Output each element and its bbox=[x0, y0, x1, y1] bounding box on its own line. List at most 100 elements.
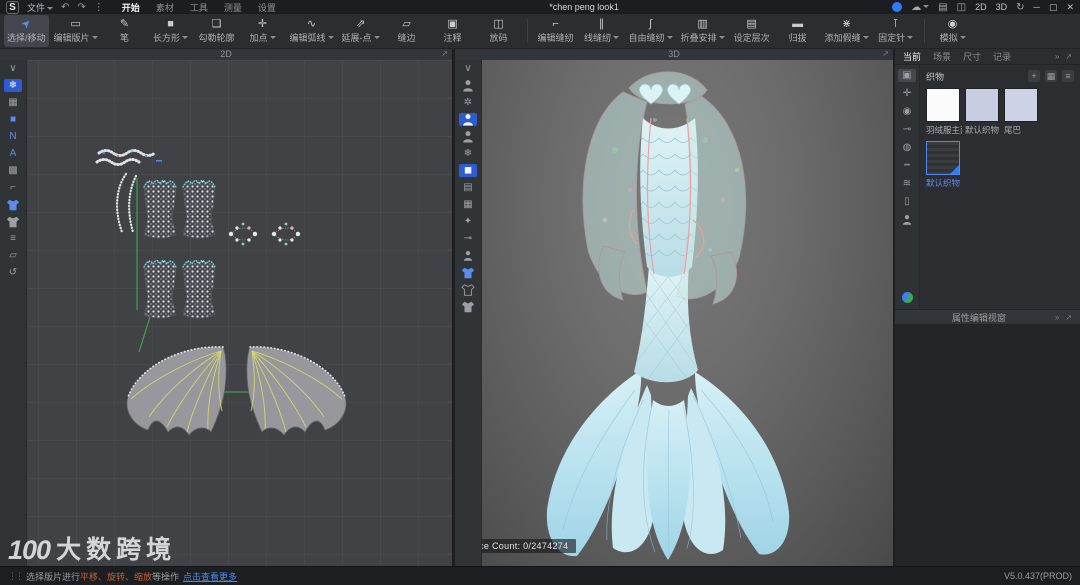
shrink-tool[interactable]: ▬归拔 bbox=[776, 15, 820, 47]
expand-icon[interactable]: ↗ bbox=[882, 48, 889, 60]
annotation-tool[interactable]: ▣注释 bbox=[431, 15, 475, 47]
redo-button[interactable]: ↷ bbox=[77, 2, 85, 13]
pin-tool[interactable]: ⊺固定针 bbox=[874, 15, 918, 47]
light-icon[interactable]: ✦ bbox=[459, 215, 477, 228]
layout-split-icon[interactable]: ◫ bbox=[957, 2, 966, 13]
panel-3d-header[interactable]: 3D↗ bbox=[455, 48, 893, 60]
globe-icon[interactable] bbox=[902, 292, 913, 303]
fit-icon[interactable] bbox=[459, 249, 477, 262]
tab-size[interactable]: 尺寸 bbox=[963, 50, 981, 63]
set-layer-tool[interactable]: ▤设定层次 bbox=[730, 15, 774, 47]
close-button[interactable]: ✕ bbox=[1066, 2, 1074, 13]
maximize-button[interactable]: ▢ bbox=[1049, 2, 1058, 13]
snap-snowflake-icon[interactable]: ❄ bbox=[4, 79, 22, 92]
line-sewing-tool[interactable]: ∥线缝纫 bbox=[580, 15, 624, 47]
tab-settings[interactable]: 设置 bbox=[258, 1, 276, 14]
undo-button[interactable]: ↶ bbox=[61, 2, 69, 13]
solid-square-icon[interactable]: ■ bbox=[4, 113, 22, 126]
tab-current[interactable]: 当前 bbox=[903, 50, 921, 63]
collapse-chevron-icon[interactable]: ∨ bbox=[4, 62, 22, 75]
user-avatar[interactable] bbox=[892, 2, 902, 12]
select-move-tool[interactable]: ➤选择/移动 bbox=[4, 15, 49, 47]
buttonhole-icon[interactable]: ▯ bbox=[898, 195, 916, 208]
view-3d-button[interactable]: 3D bbox=[996, 2, 1008, 12]
free-sewing-tool[interactable]: ∫自由缝纫 bbox=[626, 15, 676, 47]
layout-single-icon[interactable]: ▤ bbox=[938, 2, 947, 13]
garment-outline-icon[interactable] bbox=[459, 283, 477, 296]
garment-alt-icon[interactable] bbox=[459, 300, 477, 313]
seam-allowance-tool[interactable]: ▱缝边 bbox=[385, 15, 429, 47]
tab-record[interactable]: 记录 bbox=[993, 50, 1011, 63]
trace-outline-tool[interactable]: ❏勾勒轮廓 bbox=[195, 15, 239, 47]
history-icon[interactable]: ↺ bbox=[4, 266, 22, 279]
notch-n-icon[interactable]: N bbox=[4, 130, 22, 143]
grid-icon[interactable]: ▦ bbox=[459, 198, 477, 211]
tab-measure[interactable]: 测量 bbox=[224, 1, 242, 14]
expand-icon[interactable]: ↗ bbox=[441, 48, 448, 60]
fabric-icon[interactable]: ▣ bbox=[898, 69, 916, 82]
more-menu-icon[interactable]: ⋮ bbox=[94, 2, 104, 13]
pin-icon[interactable]: ⊸ bbox=[898, 123, 916, 136]
trim-icon[interactable]: ✛ bbox=[898, 87, 916, 100]
avatar-active-icon[interactable] bbox=[459, 113, 477, 126]
add-baste-tool[interactable]: ⋇添加假缝 bbox=[822, 15, 872, 47]
list-view-button[interactable]: ≡ bbox=[1062, 70, 1074, 82]
app-logo[interactable]: S bbox=[6, 1, 19, 14]
simulate-tool[interactable]: ◉模拟 bbox=[931, 15, 975, 47]
texture-square-icon[interactable]: ▩ bbox=[4, 164, 22, 177]
expand-icon[interactable]: ↗ bbox=[1065, 313, 1072, 322]
pen-tool[interactable]: ✎笔 bbox=[103, 15, 147, 47]
avatar-show-icon[interactable] bbox=[459, 79, 477, 92]
edit-sewing-tool[interactable]: ⌐编辑缝纫 bbox=[534, 15, 578, 47]
garment-on-icon[interactable] bbox=[4, 198, 22, 211]
tab-material[interactable]: 素材 bbox=[156, 1, 174, 14]
collapse-chevron-icon[interactable]: ∨ bbox=[459, 62, 477, 75]
expand-icon[interactable]: ↗ bbox=[1065, 52, 1072, 61]
pattern-canvas-2d[interactable]: ∨ ❄ ▦ ■ N A ▩ ⌐ ≡ ▱ ↺ bbox=[0, 60, 452, 567]
fabric-swatch[interactable]: 默认织物 bbox=[965, 88, 999, 136]
extend-point-tool[interactable]: ⇗延展-点 bbox=[339, 15, 383, 47]
tab-start[interactable]: 开始 bbox=[122, 1, 140, 14]
collapse-icon[interactable]: » bbox=[1055, 313, 1059, 322]
square-icon[interactable]: ▤ bbox=[459, 181, 477, 194]
grid-icon[interactable]: ▦ bbox=[4, 96, 22, 109]
cloud-icon[interactable]: ☁ bbox=[911, 2, 929, 13]
add-point-tool[interactable]: ✛加点 bbox=[241, 15, 285, 47]
garment-off-icon[interactable] bbox=[4, 215, 22, 228]
fabric-swatch[interactable]: 羽绒服主面 bbox=[926, 88, 960, 136]
fabric-swatch-selected[interactable]: 默认织物 bbox=[926, 141, 960, 189]
light-icon[interactable]: ◍ bbox=[898, 141, 916, 154]
add-fabric-button[interactable]: + bbox=[1028, 70, 1040, 82]
annotation-a-icon[interactable]: A bbox=[4, 147, 22, 160]
view-2d-button[interactable]: 2D bbox=[975, 2, 987, 12]
tab-scene[interactable]: 场景 bbox=[933, 50, 951, 63]
grid-view-button[interactable]: ▦ bbox=[1045, 70, 1057, 82]
shirring-icon[interactable]: ≋ bbox=[898, 177, 916, 190]
topstitch-icon[interactable]: ┅ bbox=[898, 159, 916, 172]
see-more-link[interactable]: 点击查看更多 bbox=[183, 570, 237, 583]
fabric-swatch[interactable]: 尾巴 bbox=[1004, 88, 1038, 136]
minimize-button[interactable]: ─ bbox=[1034, 2, 1040, 12]
tab-tools[interactable]: 工具 bbox=[190, 1, 208, 14]
sync-icon[interactable]: ↻ bbox=[1016, 2, 1024, 13]
snowflake-icon[interactable]: ❄ bbox=[459, 147, 477, 160]
pose-icon[interactable]: ✲ bbox=[459, 96, 477, 109]
file-menu[interactable]: 文件 bbox=[27, 1, 53, 14]
button-icon[interactable]: ◉ bbox=[898, 105, 916, 118]
property-editor-bar[interactable]: 属性编辑视窗 » ↗ bbox=[895, 309, 1080, 325]
panel-2d-header[interactable]: 2D↗ bbox=[0, 48, 452, 60]
garment-viewport-3d[interactable]: ∨ ✲ ❄ ◼ ▤ ▦ ✦ ⊸ Face Count: 0/247427 bbox=[455, 60, 893, 567]
garment-icon[interactable] bbox=[459, 266, 477, 279]
fold-arrange-tool[interactable]: ▥折叠安排 bbox=[678, 15, 728, 47]
corner-icon[interactable]: ⌐ bbox=[4, 181, 22, 194]
edit-curve-tool[interactable]: ∿编辑弧线 bbox=[287, 15, 337, 47]
avatar-icon[interactable] bbox=[898, 213, 916, 226]
rectangle-tool[interactable]: ■长方形 bbox=[149, 15, 193, 47]
seam-list-icon[interactable]: ≡ bbox=[4, 232, 22, 245]
page-icon[interactable]: ▱ bbox=[4, 249, 22, 262]
cube-active-icon[interactable]: ◼ bbox=[459, 164, 477, 177]
collapse-icon[interactable]: » bbox=[1055, 52, 1059, 61]
grading-tool[interactable]: ◫放码 bbox=[477, 15, 521, 47]
pin-icon[interactable]: ⊸ bbox=[459, 232, 477, 245]
avatar-alt-icon[interactable] bbox=[459, 130, 477, 143]
